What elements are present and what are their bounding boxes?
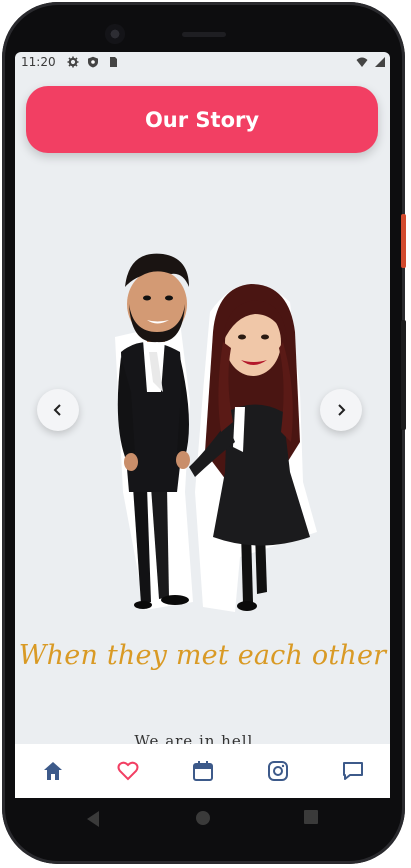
chevron-left-icon: [53, 404, 61, 416]
carousel-next-button[interactable]: [320, 389, 362, 431]
bottom-nav: [15, 744, 390, 798]
carousel-prev-button[interactable]: [37, 389, 79, 431]
power-button: [401, 214, 406, 268]
calendar-icon: [192, 761, 213, 781]
status-time: 11:20: [21, 55, 56, 69]
chevron-right-icon: [338, 404, 346, 416]
our-story-button[interactable]: Our Story: [26, 86, 378, 153]
nav-chat[interactable]: [333, 751, 373, 791]
shield-icon: [88, 56, 98, 68]
nav-calendar[interactable]: [183, 751, 223, 791]
gear-icon: [67, 56, 79, 68]
system-nav-bar: [15, 798, 390, 844]
nav-home[interactable]: [33, 751, 73, 791]
home-circle-icon[interactable]: [195, 810, 211, 826]
story-heading: When they met each other: [18, 640, 387, 671]
back-icon[interactable]: [85, 810, 101, 828]
status-icons-left: [67, 56, 119, 68]
home-icon: [43, 762, 62, 780]
earpiece-speaker: [182, 32, 226, 37]
app-screen: 11:20 Our Story When they met each other…: [15, 52, 390, 798]
nav-instagram[interactable]: [258, 751, 298, 791]
nav-heart[interactable]: [108, 751, 148, 791]
status-bar: 11:20: [15, 52, 390, 74]
chat-icon: [342, 762, 363, 780]
signal-icon: [375, 57, 385, 67]
recents-icon[interactable]: [304, 810, 318, 824]
instagram-icon: [267, 761, 288, 781]
couple-illustration: [115, 253, 317, 612]
wifi-icon: [356, 57, 368, 67]
sim-icon: [110, 57, 117, 67]
front-camera: [105, 24, 125, 44]
heart-icon: [117, 761, 138, 781]
status-icons-right: [356, 56, 386, 68]
volume-button: [401, 320, 406, 430]
